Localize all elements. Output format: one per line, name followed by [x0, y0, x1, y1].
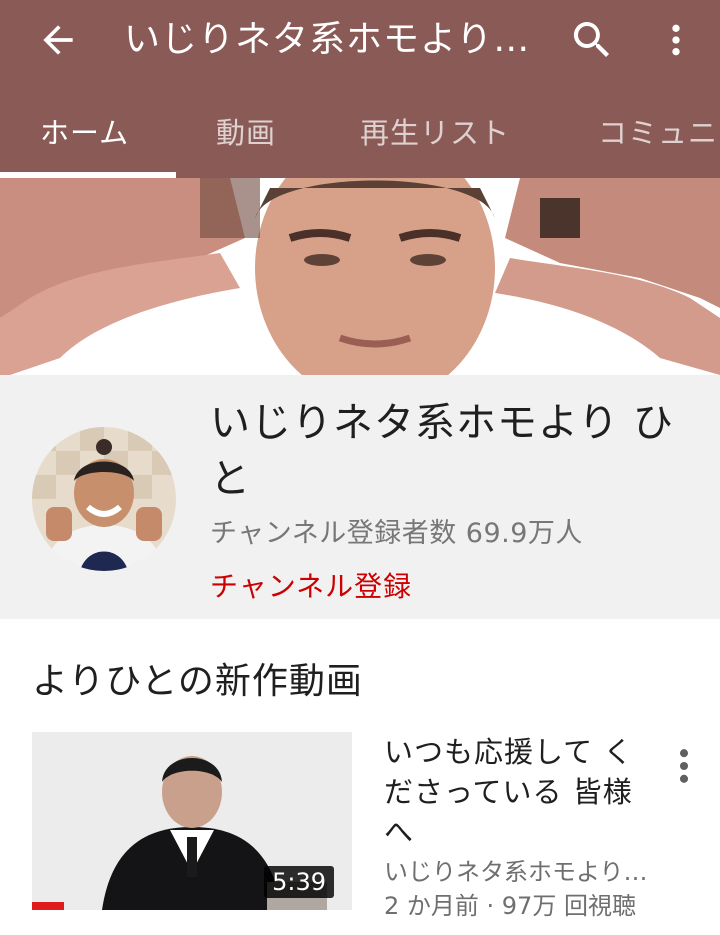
video-meta: 2 か月前 · 97万 回視聴: [384, 892, 636, 920]
app-bar: いじりネタ系ホモより… ホーム 動画 再生リスト コミュニ: [0, 0, 720, 178]
watch-progress-bar: [32, 902, 64, 910]
video-title[interactable]: いつも応援して くださっている 皆様へ: [384, 732, 644, 852]
channel-name: いじりネタ系ホモより ひと: [210, 400, 674, 502]
tab-videos[interactable]: 動画: [216, 110, 276, 152]
top-bar: いじりネタ系ホモより…: [0, 0, 720, 84]
tab-home[interactable]: ホーム: [40, 110, 129, 152]
channel-title: いじりネタ系ホモより…: [124, 19, 531, 60]
banner-image: [0, 178, 720, 375]
video-channel[interactable]: いじりネタ系ホモより…: [384, 852, 694, 887]
more-vert-icon[interactable]: [656, 16, 696, 64]
section-title: よりひとの新作動画: [32, 661, 363, 702]
tab-playlists[interactable]: 再生リスト: [360, 110, 510, 152]
search-icon[interactable]: [568, 16, 616, 64]
tab-bar: ホーム 動画 再生リスト コミュニ: [0, 100, 720, 178]
subscriber-count: チャンネル登録者数 69.9万人: [210, 518, 583, 549]
video-duration: 5:39: [264, 866, 334, 898]
video-thumbnail[interactable]: 5:39: [32, 732, 352, 910]
subscribe-button[interactable]: チャンネル登録: [210, 565, 412, 605]
arrow-left-icon[interactable]: [36, 18, 80, 62]
video-item[interactable]: 5:39 いつも応援して くださっている 皆様へ いじりネタ系ホモより… 2 か…: [0, 732, 720, 920]
channel-banner: [0, 178, 720, 375]
avatar[interactable]: [32, 427, 176, 571]
tab-community[interactable]: コミュニ: [598, 110, 718, 152]
channel-header: いじりネタ系ホモより ひと チャンネル登録者数 69.9万人 チャンネル登録: [0, 375, 720, 619]
avatar-image: [32, 427, 176, 571]
more-vert-icon[interactable]: [672, 744, 696, 788]
